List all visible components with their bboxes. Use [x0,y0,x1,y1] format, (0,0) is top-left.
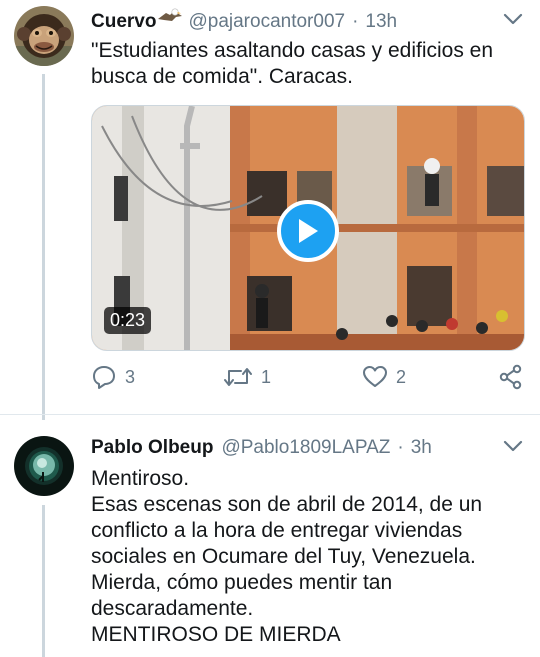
author-handle[interactable]: @pajarocantor007 [188,11,345,33]
tweet-time[interactable]: 3h [411,437,432,459]
video-duration: 0:23 [104,307,152,334]
reply-button[interactable]: 3 [91,364,135,390]
separator-dot: · [397,437,404,458]
tweet1-header: Cuervo @pajarocantor007 · 13h [91,7,397,33]
like-button[interactable]: 2 [362,364,406,390]
tweet1-actions: 3 1 2 [91,364,531,394]
author-name[interactable]: Cuervo [91,11,156,33]
reply-count: 3 [125,366,136,387]
video-player[interactable]: 0:23 [91,105,525,351]
moon-avatar [14,436,74,496]
like-icon [363,366,387,387]
chevron-down-icon[interactable] [501,434,525,458]
tweet-time[interactable]: 13h [365,11,397,33]
retweet-button[interactable]: 1 [223,364,271,390]
tweet2-text-line-2: Esas escenas son de abril de 2014, de un [91,493,483,516]
tweet1-text-line-1: "Estudiantes asaltando casas y edificios… [91,39,494,62]
thread-line-top [42,74,45,420]
play-button[interactable] [277,200,339,262]
retweet-icon [224,368,252,386]
tweet2-header: Pablo Olbeup @Pablo1809LAPAZ · 3h [91,437,432,459]
separator-dot: · [352,11,359,32]
tweet-divider [0,414,540,415]
tweet2-text-line-3: conflicto a la hora de entregar vivienda… [91,519,463,542]
like-count: 2 [396,366,407,387]
tweet2-text-line-1: Mentiroso. [91,467,190,490]
tweet1-text-line-2: busca de comida". Caracas. [91,65,353,88]
author-name[interactable]: Pablo Olbeup [91,437,213,459]
chevron-down-icon[interactable] [501,7,525,31]
chimp-avatar [14,6,74,66]
retweet-count: 1 [261,366,272,387]
avatar-cuervo[interactable] [14,6,74,66]
share-button[interactable] [498,364,524,390]
author-handle[interactable]: @Pablo1809LAPAZ [221,437,390,459]
tweet2-text-line-5: Mierda, cómo puedes mentir tan [91,571,393,594]
reply-icon [93,366,115,389]
tweet1-text: "Estudiantes asaltando casas y edificios… [91,38,493,90]
thread-line-bottom [42,505,45,657]
eagle-emoji-icon [158,7,183,27]
play-icon [299,219,318,243]
tweet2-text-line-7: MENTIROSO DE MIERDA [91,623,341,646]
share-icon [499,364,522,390]
avatar-pablo[interactable] [14,436,74,496]
tweet2-text: Mentiroso. Esas escenas son de abril de … [91,466,482,648]
tweet2-text-line-4: sociales en Ocumare del Tuy, Venezuela. [91,545,476,568]
tweet2-text-line-6: descaradamente. [91,597,254,620]
